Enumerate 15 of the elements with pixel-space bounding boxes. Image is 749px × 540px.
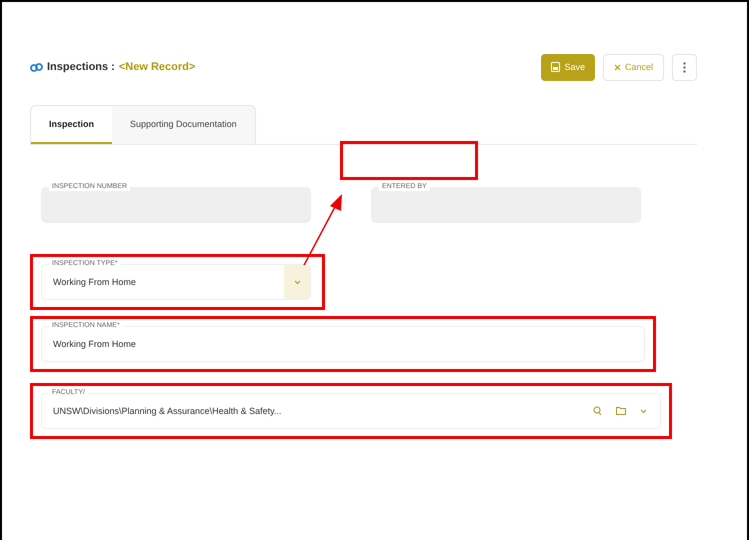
save-icon	[551, 62, 560, 72]
folder-icon[interactable]	[616, 407, 626, 415]
field-value: Working From Home	[53, 339, 137, 349]
tab[interactable]: Inspection	[31, 106, 112, 144]
close-icon	[614, 64, 621, 70]
record-title: <New Record>	[118, 61, 196, 73]
chevron-icon	[294, 280, 300, 284]
search-icon[interactable]	[593, 406, 602, 416]
module-title: Inspections :	[47, 61, 115, 73]
more-icon	[683, 62, 686, 72]
field-value: UNSW\Divisions\Planning & Assurance\Health & Safety...	[53, 406, 282, 416]
field-value: Working From Home	[53, 277, 137, 287]
logo-icon	[30, 62, 43, 72]
tab[interactable]: Supporting Documentation	[112, 106, 255, 144]
chevron-icon[interactable]	[640, 408, 647, 414]
